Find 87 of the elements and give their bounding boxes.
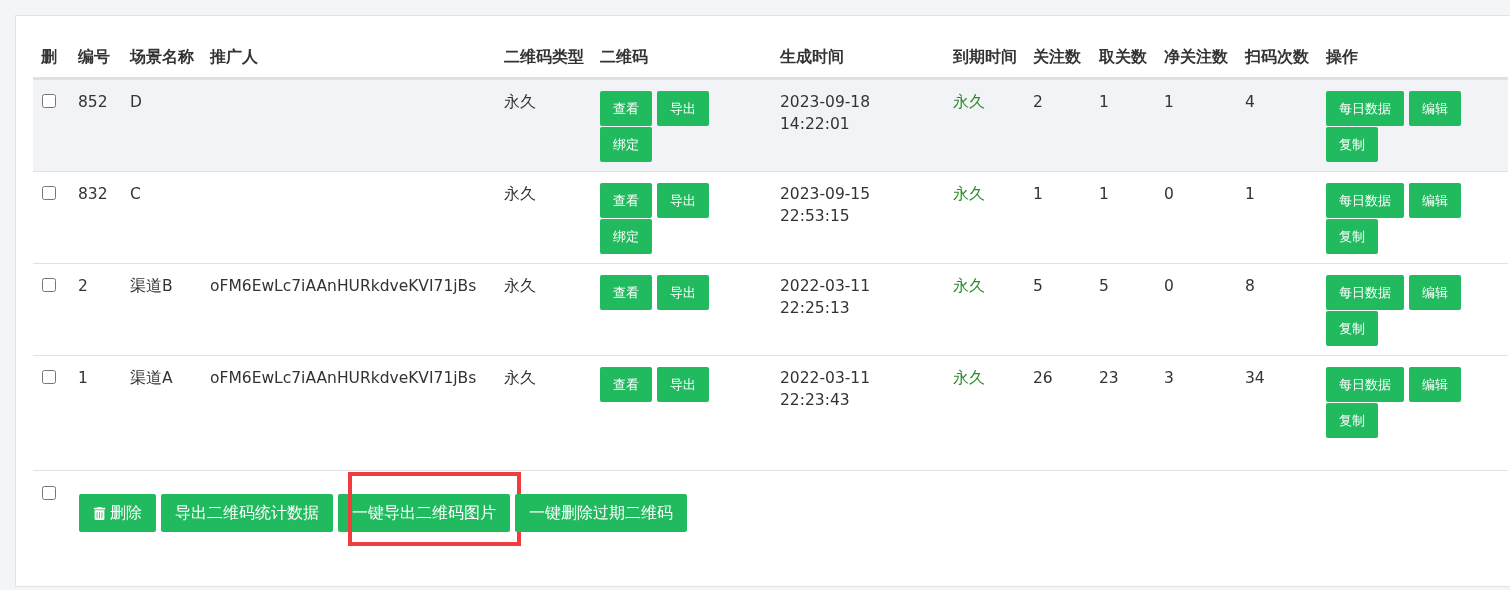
net-follow-count: 3 bbox=[1164, 368, 1175, 389]
scan-count: 34 bbox=[1245, 368, 1266, 389]
delete-button[interactable]: 删除 bbox=[79, 494, 156, 532]
column-header: 删 bbox=[41, 47, 57, 66]
expiry-text: 永久 bbox=[953, 185, 985, 203]
qr-action-button[interactable]: 查看 bbox=[600, 275, 652, 310]
footer-button[interactable]: 一键导出二维码图片 bbox=[338, 494, 510, 532]
expiry-text: 永久 bbox=[953, 277, 985, 295]
unfollow-count: 1 bbox=[1099, 184, 1110, 205]
follow-count: 2 bbox=[1033, 92, 1044, 113]
row-action-button[interactable]: 复制 bbox=[1326, 311, 1378, 346]
row-action-button[interactable]: 复制 bbox=[1326, 403, 1378, 438]
unfollow-count: 5 bbox=[1099, 276, 1110, 297]
id-cell-text: 832 bbox=[78, 184, 109, 205]
row-action-button[interactable]: 编辑 bbox=[1409, 183, 1461, 218]
row-action-button[interactable]: 每日数据 bbox=[1326, 183, 1404, 218]
qr-action-button[interactable]: 导出 bbox=[657, 367, 709, 402]
scan-count: 8 bbox=[1245, 276, 1256, 297]
qr-type: 永久 bbox=[504, 368, 537, 389]
follow-count: 5 bbox=[1033, 276, 1044, 297]
column-header: 生成时间 bbox=[780, 47, 844, 66]
created-date: 2022-03-11 bbox=[780, 276, 872, 297]
row-checkbox[interactable] bbox=[42, 370, 56, 384]
created-time: 22:25:13 bbox=[780, 298, 851, 319]
qr-type: 永久 bbox=[504, 276, 537, 297]
qr-action-button[interactable]: 导出 bbox=[657, 91, 709, 126]
scene-name: C bbox=[130, 184, 142, 205]
qr-action-button[interactable]: 导出 bbox=[657, 183, 709, 218]
net-follow-count: 1 bbox=[1164, 92, 1175, 113]
row-checkbox[interactable] bbox=[42, 186, 56, 200]
scan-count: 4 bbox=[1245, 92, 1256, 113]
row-action-button[interactable]: 编辑 bbox=[1409, 367, 1461, 402]
created-date: 2023-09-15 bbox=[780, 184, 872, 205]
follow-count: 1 bbox=[1033, 184, 1044, 205]
promoter-id: oFM6EwLc7iAAnHURkdveKVI71jBs bbox=[210, 368, 478, 389]
column-header: 到期时间 bbox=[953, 47, 1017, 66]
qr-action-button[interactable]: 查看 bbox=[600, 91, 652, 126]
net-follow-count: 0 bbox=[1164, 276, 1175, 297]
footer-button[interactable]: 导出二维码统计数据 bbox=[161, 494, 333, 532]
column-header: 净关注数 bbox=[1164, 47, 1228, 66]
column-header: 二维码类型 bbox=[504, 47, 584, 66]
created-time: 22:53:15 bbox=[780, 206, 851, 227]
column-header: 场景名称 bbox=[130, 47, 194, 66]
qr-type: 永久 bbox=[504, 184, 537, 205]
scan-count: 1 bbox=[1245, 184, 1256, 205]
row-action-button[interactable]: 每日数据 bbox=[1326, 275, 1404, 310]
column-header: 操作 bbox=[1326, 47, 1358, 66]
footer-button[interactable]: 一键删除过期二维码 bbox=[515, 494, 687, 532]
id-cell-text: 852 bbox=[78, 92, 109, 113]
column-header: 扫码次数 bbox=[1245, 47, 1309, 66]
qr-action-button[interactable]: 导出 bbox=[657, 275, 709, 310]
scene-name: 渠道A bbox=[130, 368, 174, 389]
scene-name: 渠道B bbox=[130, 276, 174, 297]
expiry-text: 永久 bbox=[953, 93, 985, 111]
id-cell-text: 1 bbox=[78, 368, 89, 389]
created-time: 22:23:43 bbox=[780, 390, 851, 411]
row-action-button[interactable]: 每日数据 bbox=[1326, 91, 1404, 126]
unfollow-count: 1 bbox=[1099, 92, 1110, 113]
row-action-button[interactable]: 编辑 bbox=[1409, 275, 1461, 310]
follow-count: 26 bbox=[1033, 368, 1054, 389]
qr-action-button[interactable]: 查看 bbox=[600, 367, 652, 402]
trash-icon bbox=[93, 506, 106, 520]
scene-name: D bbox=[130, 92, 143, 113]
row-checkbox[interactable] bbox=[42, 278, 56, 292]
unfollow-count: 23 bbox=[1099, 368, 1120, 389]
qr-action-button[interactable]: 查看 bbox=[600, 183, 652, 218]
select-all-checkbox[interactable] bbox=[42, 486, 56, 500]
qr-action-button[interactable]: 绑定 bbox=[600, 219, 652, 254]
created-time: 14:22:01 bbox=[780, 114, 851, 135]
net-follow-count: 0 bbox=[1164, 184, 1175, 205]
created-date: 2022-03-11 bbox=[780, 368, 872, 389]
row-action-button[interactable]: 每日数据 bbox=[1326, 367, 1404, 402]
column-header: 关注数 bbox=[1033, 47, 1081, 66]
created-date: 2023-09-18 bbox=[780, 92, 872, 113]
row-action-button[interactable]: 复制 bbox=[1326, 219, 1378, 254]
column-header: 二维码 bbox=[600, 47, 648, 66]
row-action-button[interactable]: 复制 bbox=[1326, 127, 1378, 162]
id-cell-text: 2 bbox=[78, 276, 89, 297]
row-action-button[interactable]: 编辑 bbox=[1409, 91, 1461, 126]
expiry-text: 永久 bbox=[953, 369, 985, 387]
column-header: 编号 bbox=[78, 47, 110, 66]
promoter-id: oFM6EwLc7iAAnHURkdveKVI71jBs bbox=[210, 276, 478, 297]
row-checkbox[interactable] bbox=[42, 94, 56, 108]
qr-type: 永久 bbox=[504, 92, 537, 113]
column-header: 推广人 bbox=[210, 47, 258, 66]
column-header: 取关数 bbox=[1099, 47, 1147, 66]
qr-action-button[interactable]: 绑定 bbox=[600, 127, 652, 162]
